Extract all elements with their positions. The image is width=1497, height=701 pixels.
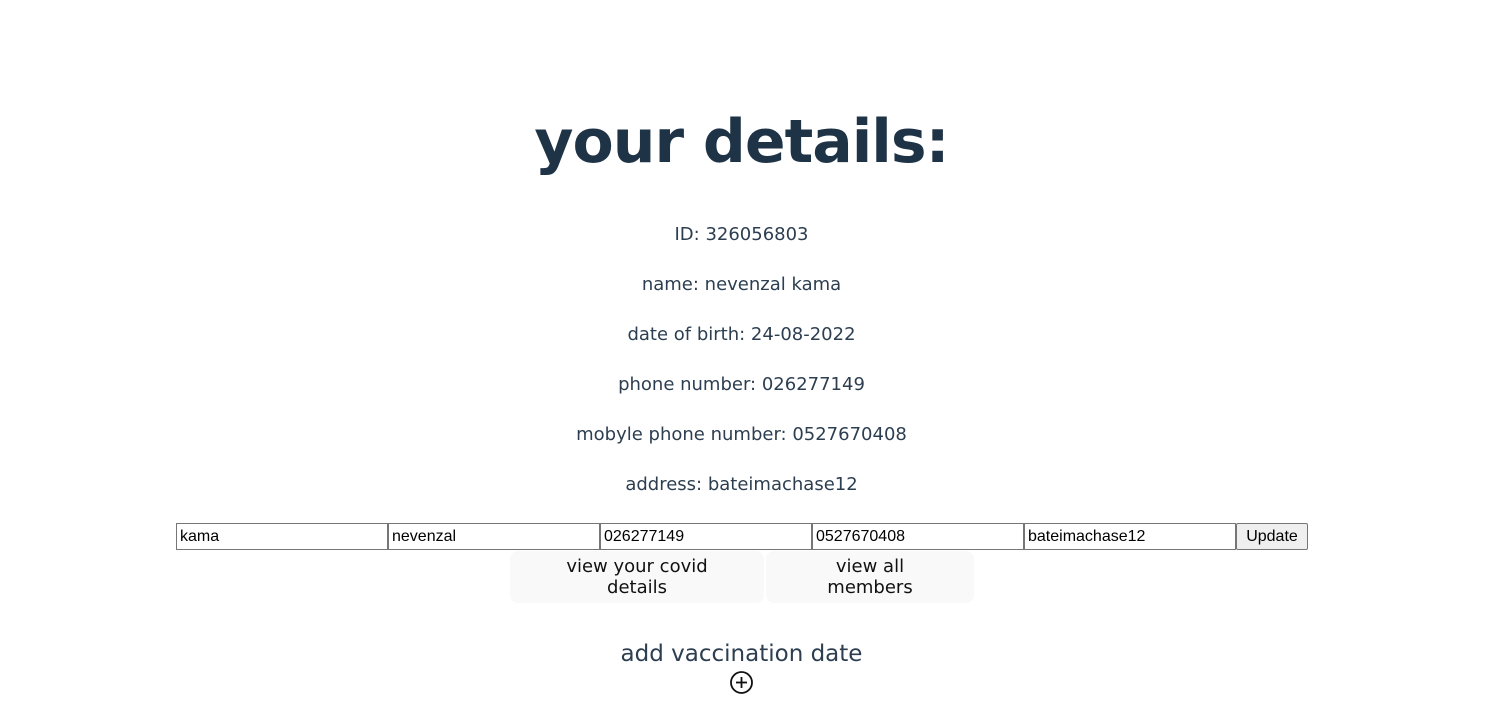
detail-name: name: nevenzal kama [0, 273, 1483, 297]
detail-address: address: bateimachase12 [0, 473, 1483, 497]
detail-phone-number: phone number: 026277149 [0, 373, 1483, 397]
detail-name-label: name: [641, 274, 705, 295]
detail-date-of-birth-value: 24-08-2022 [750, 324, 856, 345]
detail-date-of-birth: date of birth: 24-08-2022 [0, 323, 1483, 347]
detail-date-of-birth-label: date of birth: [627, 324, 751, 345]
nav-buttons: view your covid details view all members [510, 551, 974, 603]
detail-mobile-number: mobyle phone number: 0527670408 [0, 423, 1483, 447]
detail-address-label: address: [625, 474, 708, 495]
mobile-phone-input[interactable] [812, 523, 1024, 550]
plus-circle-icon [730, 671, 753, 694]
update-button[interactable]: Update [1236, 523, 1308, 550]
add-vaccination-title: add vaccination date [620, 641, 863, 667]
detail-id: ID: 326056803 [0, 223, 1483, 247]
detail-address-value: bateimachase12 [707, 474, 858, 495]
detail-phone-number-value: 026277149 [761, 374, 865, 395]
detail-mobile-number-value: 0527670408 [792, 424, 907, 445]
address-input[interactable] [1024, 523, 1236, 550]
add-vaccination-button[interactable] [729, 670, 754, 695]
detail-id-value: 326056803 [705, 224, 809, 245]
detail-mobile-number-label: mobyle phone number: [576, 424, 793, 445]
edit-details-form: Update [176, 523, 1308, 550]
first-name-input[interactable] [388, 523, 600, 550]
view-covid-details-button[interactable]: view your covid details [510, 551, 764, 603]
view-all-members-button[interactable]: view all members [766, 551, 974, 603]
page-title: your details: [534, 107, 949, 177]
detail-phone-number-label: phone number: [618, 374, 762, 395]
detail-id-label: ID: [674, 224, 706, 245]
phone-input[interactable] [600, 523, 812, 550]
last-name-input[interactable] [176, 523, 388, 550]
detail-name-value: nevenzal kama [704, 274, 842, 295]
